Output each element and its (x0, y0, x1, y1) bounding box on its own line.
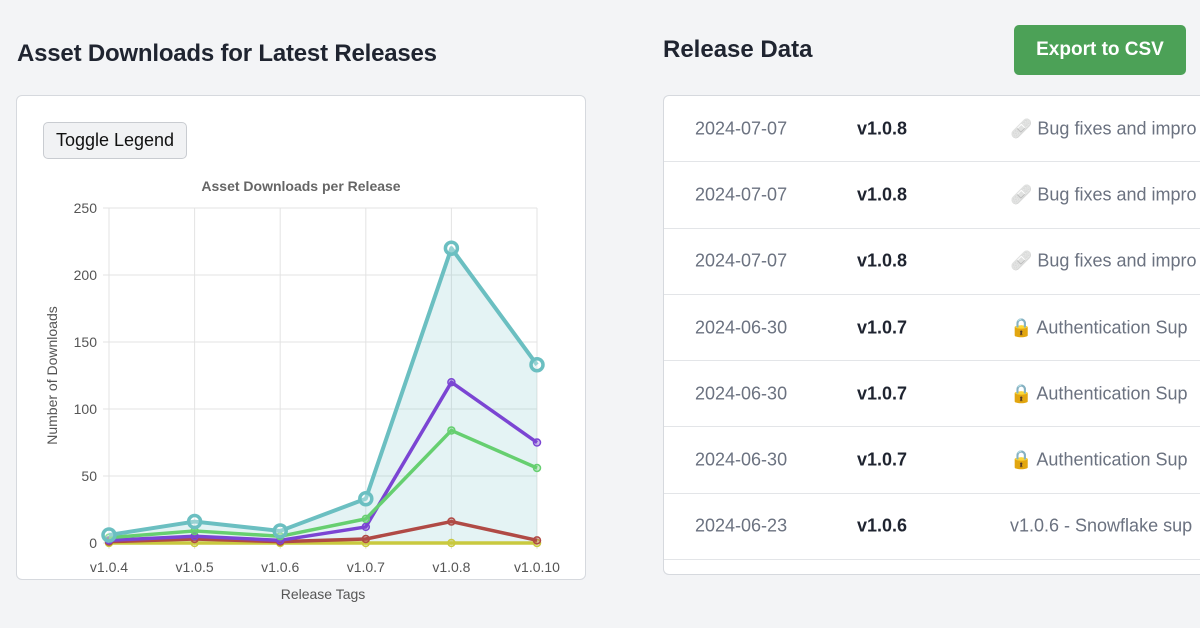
release-date: 2024-06-30 (695, 317, 788, 338)
release-date: 2024-06-30 (695, 383, 788, 404)
data-point (532, 438, 542, 447)
release-date: 2024-07-07 (695, 250, 788, 271)
y-tick-label: 200 (74, 267, 98, 283)
export-csv-button[interactable]: Export to CSV (1014, 25, 1186, 75)
release-name: v1.0.6 - Snowflake sup (1010, 515, 1193, 536)
release-name: 🩹 Bug fixes and impro (1010, 184, 1197, 205)
x-tick-label: v1.0.6 (261, 559, 299, 575)
release-version: v1.0.7 (857, 317, 908, 338)
table-row[interactable]: 2024-07-07 v1.0.8 🩹 Bug fixes and impro (664, 162, 1200, 229)
data-point (447, 426, 456, 435)
x-tick-label: v1.0.5 (176, 559, 214, 575)
x-tick-label: v1.0.8 (432, 559, 470, 575)
x-axis-label: Release Tags (281, 586, 366, 602)
data-point (443, 240, 460, 256)
y-tick-label: 100 (74, 401, 98, 417)
release-table[interactable]: 2024-07-07 v1.0.8 🩹 Bug fixes and impro 202… (663, 95, 1200, 575)
table-row[interactable]: 2024-06-30 v1.0.7 🔒 Authentication Sup (664, 295, 1200, 362)
release-data-title: Release Data (663, 36, 813, 63)
x-tick-label: v1.0.7 (347, 559, 385, 575)
data-point (361, 514, 371, 524)
data-point (532, 536, 542, 545)
data-point (186, 513, 203, 530)
data-point (272, 523, 288, 539)
table-row[interactable]: 2024-06-30 v1.0.7 🔒 Authentication Sup (664, 427, 1200, 494)
release-version: v1.0.6 (857, 515, 908, 536)
release-name: 🔒 Authentication Sup (1010, 449, 1188, 470)
release-date: 2024-06-23 (695, 515, 788, 536)
downloads-line-chart: 0 50 100 150 200 250 v1.0.4 v1.0.5 v1.0.6 v1.0.7 v… (44, 178, 560, 602)
release-date: 2024-07-07 (695, 184, 788, 205)
release-date: 2024-07-07 (695, 118, 788, 139)
data-point (447, 517, 456, 526)
y-tick-label: 250 (74, 200, 98, 216)
release-date: 2024-06-30 (695, 449, 788, 470)
data-point (529, 357, 545, 373)
x-tick-label: v1.0.4 (90, 559, 128, 575)
data-point (101, 527, 117, 543)
data-point (358, 491, 374, 507)
table-row[interactable]: 2024-07-07 v1.0.8 🩹 Bug fixes and impro (664, 229, 1200, 295)
x-tick-label: v1.0.10 (514, 559, 560, 575)
table-row[interactable]: 2024-06-30 v1.0.7 🔒 Authentication Sup (664, 361, 1200, 428)
data-point (447, 377, 456, 387)
data-point (447, 538, 456, 548)
release-name: 🩹 Bug fixes and impro (1010, 250, 1197, 271)
release-version: v1.0.8 (857, 118, 908, 139)
release-name: 🔒 Authentication Sup (1010, 383, 1188, 404)
data-point (532, 463, 542, 473)
y-axis-label: Number of Downloads (44, 306, 60, 445)
chart-card: Toggle Legend 0 50 100 150 200 250 v1.0.4 v1.0.… (16, 95, 586, 602)
table-row[interactable]: 2024-06-23 v1.0.6 v1.0.6 - Snowflake sup (664, 494, 1200, 561)
chart-section-title: Asset Downloads for Latest Releases (17, 40, 437, 67)
y-tick-label: 50 (81, 468, 97, 484)
release-name: 🔒 Authentication Sup (1010, 317, 1188, 338)
release-version: v1.0.8 (857, 184, 908, 205)
release-name: 🩹 Bug fixes and impro (1010, 118, 1197, 139)
y-tick-label: 150 (74, 334, 98, 350)
release-version: v1.0.7 (857, 383, 908, 404)
data-point (361, 522, 371, 532)
release-version: v1.0.7 (857, 449, 908, 470)
chart-title: Asset Downloads per Release (201, 178, 400, 194)
data-point (361, 534, 371, 544)
y-tick-label: 0 (89, 535, 97, 551)
table-row[interactable]: 2024-07-07 v1.0.8 🩹 Bug fixes and impro (664, 96, 1200, 163)
release-version: v1.0.8 (857, 250, 908, 271)
